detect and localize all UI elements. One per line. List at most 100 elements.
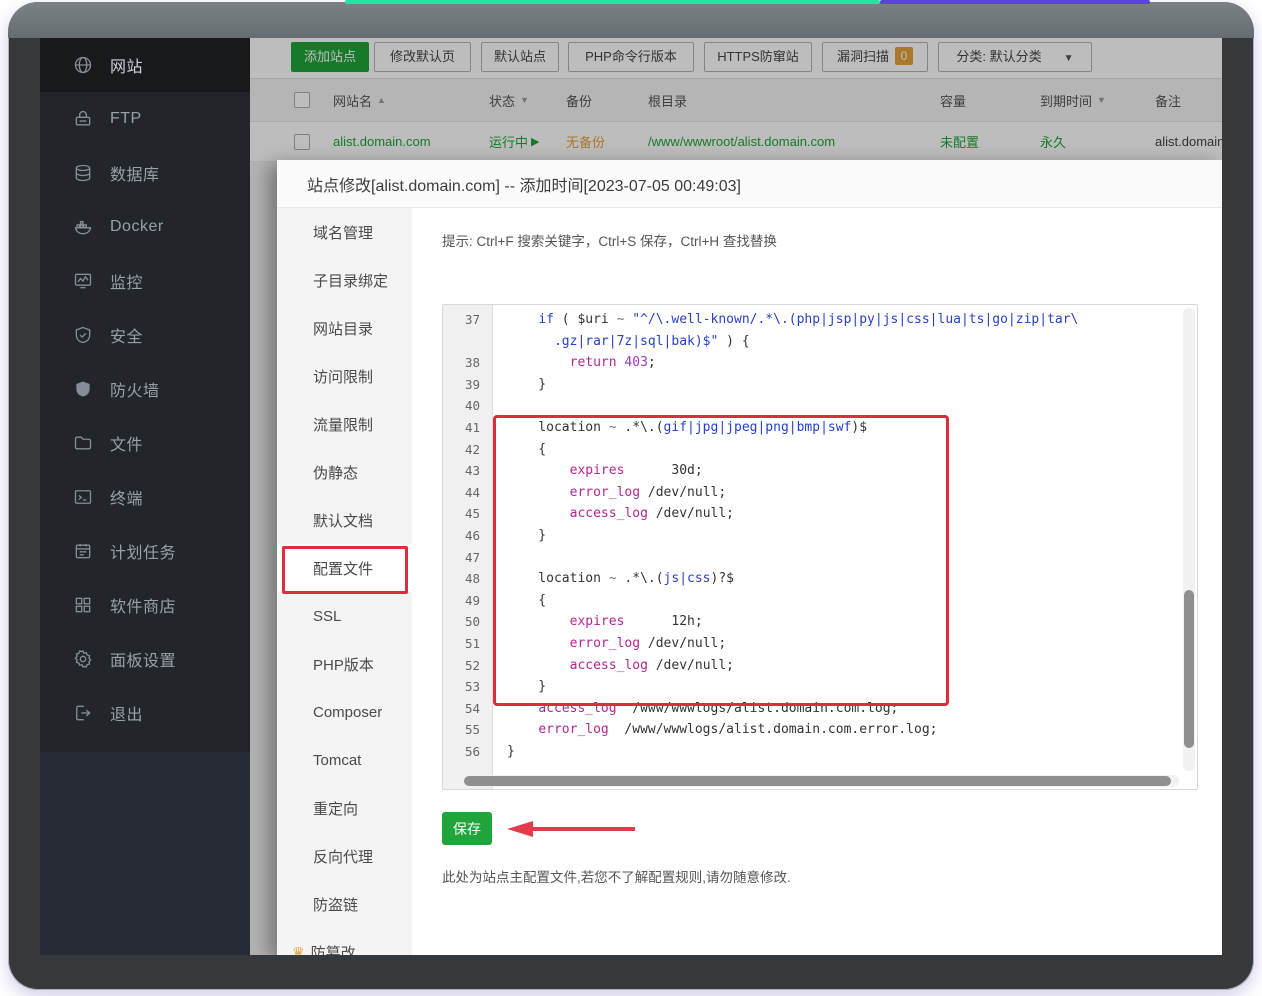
modal-nav-item-防篡改[interactable]: ♛防篡改 <box>277 928 412 955</box>
sidebar-item-appstore[interactable]: 软件商店 <box>40 578 250 632</box>
modal-nav-item-Composer[interactable]: Composer <box>277 688 412 736</box>
sidebar-item-label: 计划任务 <box>110 539 176 563</box>
modal-nav-item-访问限制[interactable]: 访问限制 <box>277 352 412 400</box>
modal-nav-item-网站目录[interactable]: 网站目录 <box>277 304 412 352</box>
code-text: expires 30d; <box>493 460 1197 482</box>
code-line: 54 access_log /www/wwwlogs/alist.domain.… <box>443 698 1197 720</box>
code-line: 48 location ~ .*\.(js|css)?$ <box>443 568 1197 590</box>
code-line: 46 } <box>443 525 1197 547</box>
frame-top-band <box>8 2 1254 38</box>
modal-nav-item-默认文档[interactable]: 默认文档 <box>277 496 412 544</box>
modal-nav-label: 网站目录 <box>313 318 373 339</box>
modal-nav-label: Composer <box>313 704 382 721</box>
code-line: 45 access_log /dev/null; <box>443 503 1197 525</box>
modal-nav-item-子目录绑定[interactable]: 子目录绑定 <box>277 256 412 304</box>
modal-nav: 域名管理子目录绑定网站目录访问限制流量限制伪静态默认文档配置文件 SSLPHP版本… <box>277 208 412 955</box>
modal-body: 提示: Ctrl+F 搜索关键字，Ctrl+S 保存，Ctrl+H 查找替换 3… <box>412 208 1222 955</box>
modal-nav-item-PHP版本[interactable]: PHP版本 <box>277 640 412 688</box>
horizontal-scroll-thumb[interactable] <box>464 776 1171 786</box>
line-number: 52 <box>443 655 493 677</box>
modal-nav-item-重定向[interactable]: 重定向 <box>277 784 412 832</box>
config-warning-note: 此处为站点主配置文件,若您不了解配置规则,请勿随意修改. <box>442 866 791 886</box>
sidebar-item-terminal[interactable]: 终端 <box>40 470 250 524</box>
save-button[interactable]: 保存 <box>442 812 492 845</box>
code-line: 37 if ( $uri ~ "^/\.well-known/.*\.(php|… <box>443 309 1197 331</box>
code-text: { <box>493 439 1197 461</box>
sidebar-item-website[interactable]: 网站 <box>40 38 250 92</box>
code-line: 43 expires 30d; <box>443 460 1197 482</box>
vertical-scrollbar[interactable] <box>1183 308 1195 771</box>
vertical-scroll-thumb[interactable] <box>1184 590 1194 748</box>
sidebar-item-files[interactable]: 文件 <box>40 416 250 470</box>
schedule-icon <box>72 540 94 562</box>
gear-icon <box>72 648 94 670</box>
sidebar-item-label: 退出 <box>110 701 143 725</box>
monitor-icon <box>72 270 94 292</box>
line-number: 41 <box>443 417 493 439</box>
line-number: 48 <box>443 568 493 590</box>
frame-accent-teal <box>345 0 880 4</box>
modal-nav-label: 流量限制 <box>313 414 373 435</box>
database-icon <box>72 162 94 184</box>
sidebar-item-database[interactable]: 数据库 <box>40 146 250 200</box>
sidebar-item-label: 安全 <box>110 323 143 347</box>
modal-nav-item-SSL[interactable]: SSL <box>277 592 412 640</box>
code-line: 51 error_log /dev/null; <box>443 633 1197 655</box>
modal-nav-item-伪静态[interactable]: 伪静态 <box>277 448 412 496</box>
code-text: if ( $uri ~ "^/\.well-known/.*\.(php|jsp… <box>493 309 1197 331</box>
horizontal-scrollbar[interactable] <box>446 775 1179 787</box>
ftp-icon <box>72 108 94 130</box>
line-number: 55 <box>443 719 493 741</box>
code-text: } <box>493 741 1197 763</box>
line-number: 51 <box>443 633 493 655</box>
appstore-icon <box>72 594 94 616</box>
modal-nav-label: Tomcat <box>313 752 361 769</box>
code-text <box>493 395 1197 417</box>
modal-nav-label: 防盗链 <box>313 894 358 915</box>
sidebar-item-security[interactable]: 安全 <box>40 308 250 362</box>
modal-nav-item-防盗链[interactable]: 防盗链 <box>277 880 412 928</box>
code-text: error_log /www/wwwlogs/alist.domain.com.… <box>493 719 1197 741</box>
line-number: 47 <box>443 547 493 569</box>
folder-icon <box>72 432 94 454</box>
line-number: 50 <box>443 611 493 633</box>
line-number: 43 <box>443 460 493 482</box>
code-line: 49 { <box>443 590 1197 612</box>
modal-nav-label: 默认文档 <box>313 510 373 531</box>
code-line: 40 <box>443 395 1197 417</box>
firewall-icon <box>72 378 94 400</box>
sidebar-item-firewall[interactable]: 防火墙 <box>40 362 250 416</box>
code-line: 52 access_log /dev/null; <box>443 655 1197 677</box>
modal-nav-item-Tomcat[interactable]: Tomcat <box>277 736 412 784</box>
sidebar-item-cron[interactable]: 计划任务 <box>40 524 250 578</box>
terminal-icon <box>72 486 94 508</box>
sidebar-item-logout[interactable]: 退出 <box>40 686 250 740</box>
modal-nav-item-域名管理[interactable]: 域名管理 <box>277 208 412 256</box>
globe-icon <box>72 54 94 76</box>
sidebar-item-monitor[interactable]: 监控 <box>40 254 250 308</box>
sidebar-item-settings[interactable]: 面板设置 <box>40 632 250 686</box>
code-text: expires 12h; <box>493 611 1197 633</box>
shield-check-icon <box>72 324 94 346</box>
modal-nav-item-反向代理[interactable]: 反向代理 <box>277 832 412 880</box>
line-number: 54 <box>443 698 493 720</box>
line-number: 40 <box>443 395 493 417</box>
screenshot-canvas: 网站FTP数据库Docker监控安全防火墙文件终端计划任务软件商店面板设置退出 … <box>0 0 1262 996</box>
sidebar-item-label: Docker <box>110 218 164 236</box>
code-text: return 403; <box>493 352 1197 374</box>
annotation-arrow <box>507 820 637 838</box>
code-text: location ~ .*\.(gif|jpg|jpeg|png|bmp|swf… <box>493 417 1197 439</box>
config-editor[interactable]: 37 if ( $uri ~ "^/\.well-known/.*\.(php|… <box>442 304 1198 790</box>
sidebar-item-label: 文件 <box>110 431 143 455</box>
crown-icon: ♛ <box>292 944 305 956</box>
sidebar-item-ftp[interactable]: FTP <box>40 92 250 146</box>
code-text: location ~ .*\.(js|css)?$ <box>493 568 1197 590</box>
device-frame: 网站FTP数据库Docker监控安全防火墙文件终端计划任务软件商店面板设置退出 … <box>8 2 1254 990</box>
modal-nav-item-配置文件[interactable]: 配置文件 <box>277 544 412 592</box>
modal-nav-item-流量限制[interactable]: 流量限制 <box>277 400 412 448</box>
modal-nav-label: 配置文件 <box>313 558 373 579</box>
code-text: access_log /dev/null; <box>493 503 1197 525</box>
code-text: { <box>493 590 1197 612</box>
code-line: 53 } <box>443 676 1197 698</box>
sidebar-item-docker[interactable]: Docker <box>40 200 250 254</box>
